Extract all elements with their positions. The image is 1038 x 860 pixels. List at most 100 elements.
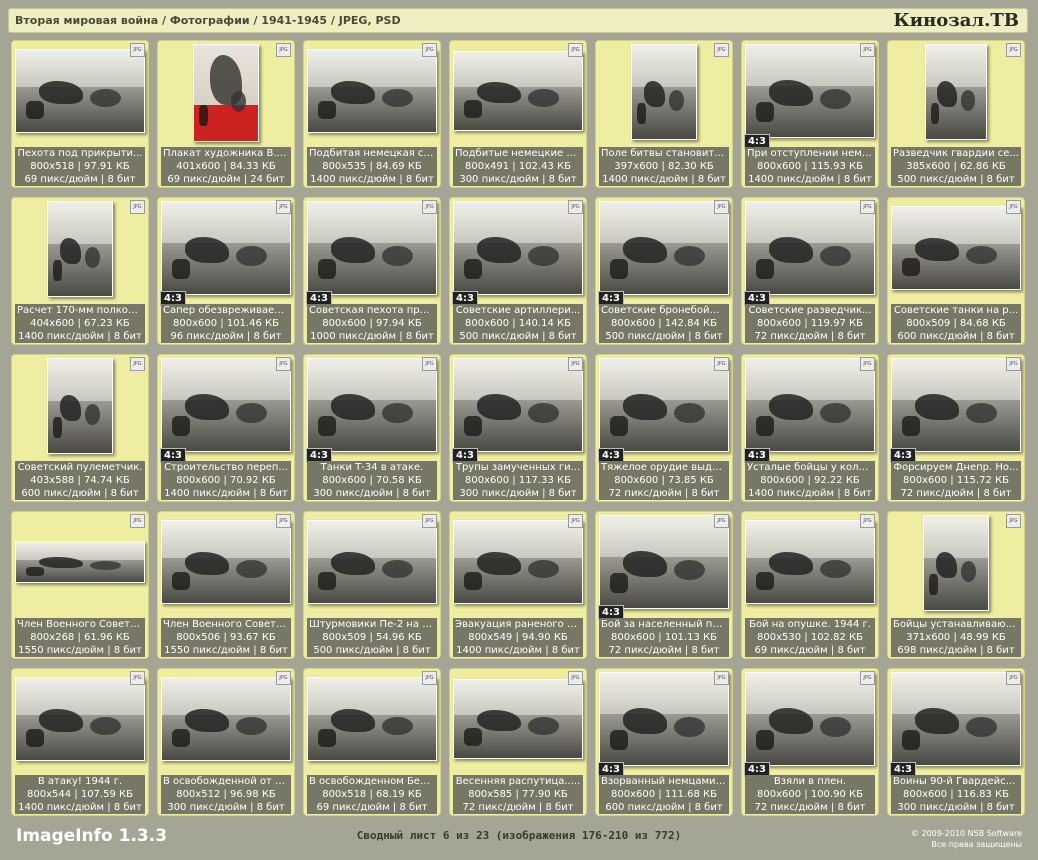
jpg-file-icon: JPG [276, 514, 291, 528]
thumbnail-card[interactable]: JPG 4:3 Танки Т-34 в атаке. 800x600 | 70.58… [303, 354, 441, 502]
thumbnail-card[interactable]: JPG 4:3 Советская пехота при... 800x600 | 9… [303, 197, 441, 345]
photo-thumbnail[interactable] [15, 49, 145, 133]
photo-thumbnail[interactable] [453, 201, 583, 295]
photo-thumbnail[interactable] [891, 358, 1021, 452]
sheet-info: Сводный лист 6 из 23 (изображения 176-21… [356, 829, 682, 842]
photo-thumbnail[interactable] [599, 515, 729, 609]
jpg-file-icon: JPG [714, 514, 729, 528]
photo-thumbnail[interactable] [745, 672, 875, 766]
photo-thumbnail[interactable] [453, 51, 583, 131]
thumbnail-card[interactable]: JPG 4:3 Взорванный немцами п... 800x600 | 1… [595, 668, 733, 816]
photo-thumbnail[interactable] [307, 520, 437, 604]
image-resolution: 69 пикс/дюйм | 24 бит [167, 174, 285, 185]
thumbnail-card[interactable]: JPG Подбитая немецкая са... 800x535 | 84.6… [303, 40, 441, 188]
thumbnail-card[interactable]: JPG Бойцы устанавливают... 371x600 | 48.99… [887, 511, 1025, 659]
photo-thumbnail[interactable] [923, 515, 989, 611]
photo-thumbnail[interactable] [307, 201, 437, 295]
thumbnail-card[interactable]: JPG 4:3 Бой за населенный пу... 800x600 | 1… [595, 511, 733, 659]
photo-thumbnail[interactable] [453, 679, 583, 759]
thumbnail-card[interactable]: JPG Плакат художника В. ... 401x600 | 84.3… [157, 40, 295, 188]
photo-thumbnail[interactable] [193, 44, 259, 142]
thumbnail-card[interactable]: JPG Штурмовики Пе-2 на б... 800x509 | 54.9… [303, 511, 441, 659]
photo-thumbnail[interactable] [307, 358, 437, 452]
thumbnail-card[interactable]: JPG Пехота под прикрыти... 800x518 | 97.91… [11, 40, 149, 188]
thumbnail-card[interactable]: JPG 4:3 Трупы замученных ги... 800x600 | 11… [449, 354, 587, 502]
thumbnail-card[interactable]: JPG 4:3 Воины 90-й Гвардейск... 800x600 | 1… [887, 668, 1025, 816]
thumbnail-card[interactable]: JPG Эвакуация раненого б... 800x549 | 94.9… [449, 511, 587, 659]
jpg-file-icon: JPG [1006, 200, 1021, 214]
thumbnail-card[interactable]: JPG 4:3 Советские бронебойщ... 800x600 | 14… [595, 197, 733, 345]
thumbnail-info: Советские танки на р... 800x509 | 84.68 К… [891, 304, 1021, 343]
photo-thumbnail[interactable] [599, 201, 729, 295]
image-resolution: 600 пикс/дюйм | 8 бит [605, 802, 723, 813]
thumbnail-caption: Поле битвы становитс... [601, 148, 729, 159]
thumbnail-card[interactable]: JPG Разведчик гвардии се... 385x600 | 62.8… [887, 40, 1025, 188]
thumbnail-card[interactable]: JPG 4:3 Взяли в плен. 800x600 | 100.90 КБ 72… [741, 668, 879, 816]
thumbnail-card[interactable]: JPG 4:3 Сапер обезвреживает ... 800x600 | 1… [157, 197, 295, 345]
image-dimensions: 800x600 | 115.72 КБ [903, 475, 1009, 486]
thumbnail-card[interactable]: JPG Советский пулеметчик. 403x588 | 74.74 … [11, 354, 149, 502]
photo-thumbnail[interactable] [891, 206, 1021, 290]
photo-thumbnail[interactable] [745, 358, 875, 452]
image-resolution: 96 пикс/дюйм | 8 бит [170, 331, 282, 342]
photo-thumbnail[interactable] [161, 520, 291, 604]
thumbnail-caption: Член Военного Совета... [17, 619, 145, 630]
photo-thumbnail[interactable] [307, 49, 437, 133]
thumbnail-info: Разведчик гвардии се... 385x600 | 62.86 К… [891, 147, 1021, 186]
photo-thumbnail[interactable] [599, 358, 729, 452]
thumbnail-card[interactable]: JPG Бой на опушке. 1944 г. 800x530 | 102.8… [741, 511, 879, 659]
thumbnail-caption: В освобожденном Белг... [309, 776, 437, 787]
photo-thumbnail[interactable] [891, 672, 1021, 766]
thumbnail-info: Штурмовики Пе-2 на б... 800x509 | 54.96 К… [307, 618, 437, 657]
photo-thumbnail[interactable] [599, 672, 729, 766]
jpg-file-icon: JPG [1006, 43, 1021, 57]
thumbnail-card[interactable]: JPG Подбитые немецкие с... 800x491 | 102.4… [449, 40, 587, 188]
image-dimensions: 800x600 | 70.92 КБ [176, 475, 276, 486]
thumbnail-info: Бой на опушке. 1944 г. 800x530 | 102.82 К… [745, 618, 875, 657]
photo-thumbnail[interactable] [745, 44, 875, 138]
thumbnail-card[interactable]: JPG Член Военного Совета... 800x506 | 93.6… [157, 511, 295, 659]
photo-thumbnail[interactable] [453, 358, 583, 452]
image-dimensions: 800x544 | 107.59 КБ [27, 789, 133, 800]
photo-thumbnail[interactable] [161, 201, 291, 295]
thumbnail-info: Сапер обезвреживает ... 800x600 | 101.46 … [161, 304, 291, 343]
photo-thumbnail[interactable] [453, 520, 583, 604]
photo-thumbnail[interactable] [745, 520, 875, 604]
image-dimensions: 800x600 | 101.46 КБ [173, 318, 279, 329]
thumbnail-card[interactable]: JPG Весенняя распутица..... 800x585 | 77.9… [449, 668, 587, 816]
thumbnail-info: Взяли в плен. 800x600 | 100.90 КБ 72 пикс/… [745, 775, 875, 814]
thumbnail-card[interactable]: JPG 4:3 При отступлении немц... 800x600 | 1… [741, 40, 879, 188]
image-resolution: 1550 пикс/дюйм | 8 бит [164, 645, 288, 656]
thumbnail-card[interactable]: JPG Советские танки на р... 800x509 | 84.6… [887, 197, 1025, 345]
thumbnail-card[interactable]: JPG В атаку! 1944 г. 800x544 | 107.59 КБ 14… [11, 668, 149, 816]
thumbnail-card[interactable]: JPG 4:3 Форсируем Днепр. Но... 800x600 | 11… [887, 354, 1025, 502]
jpg-file-icon: JPG [130, 671, 145, 685]
image-resolution: 300 пикс/дюйм | 8 бит [459, 174, 577, 185]
thumbnail-card[interactable]: JPG Поле битвы становитс... 397x600 | 82.3… [595, 40, 733, 188]
photo-thumbnail[interactable] [47, 358, 113, 454]
photo-thumbnail[interactable] [631, 44, 697, 140]
thumbnail-card[interactable]: JPG 4:3 Строительство переп... 800x600 | 70… [157, 354, 295, 502]
photo-thumbnail[interactable] [307, 677, 437, 761]
thumbnail-card[interactable]: JPG Член Военного Совета... 800x268 | 61.9… [11, 511, 149, 659]
photo-thumbnail[interactable] [47, 201, 113, 297]
photo-thumbnail[interactable] [161, 358, 291, 452]
brand-logo: Кинозал.TB [893, 10, 1019, 31]
photo-thumbnail[interactable] [15, 677, 145, 761]
photo-thumbnail[interactable] [925, 44, 987, 140]
thumbnail-card[interactable]: JPG В освобожденной от н... 800x512 | 96.9… [157, 668, 295, 816]
image-dimensions: 401x600 | 84.33 КБ [176, 161, 276, 172]
photo-thumbnail[interactable] [15, 541, 145, 583]
thumbnail-card[interactable]: JPG 4:3 Усталые бойцы у коло... 800x600 | 9… [741, 354, 879, 502]
thumbnail-card[interactable]: JPG 4:3 Советские разведчик... 800x600 | 11… [741, 197, 879, 345]
thumbnail-card[interactable]: JPG Расчет 170-мм полков... 404x600 | 67.2… [11, 197, 149, 345]
image-dimensions: 800x600 | 100.90 КБ [757, 789, 863, 800]
thumbnail-caption: В атаку! 1944 г. [37, 776, 123, 787]
thumbnail-card[interactable]: JPG 4:3 Тяжелое орудие выдв... 800x600 | 73… [595, 354, 733, 502]
jpg-file-icon: JPG [422, 514, 437, 528]
photo-thumbnail[interactable] [745, 201, 875, 295]
thumbnail-card[interactable]: JPG 4:3 Советские артиллери... 800x600 | 14… [449, 197, 587, 345]
thumbnail-caption: Советские танки на р... [893, 305, 1019, 316]
thumbnail-card[interactable]: JPG В освобожденном Белг... 800x518 | 68.1… [303, 668, 441, 816]
photo-thumbnail[interactable] [161, 677, 291, 761]
